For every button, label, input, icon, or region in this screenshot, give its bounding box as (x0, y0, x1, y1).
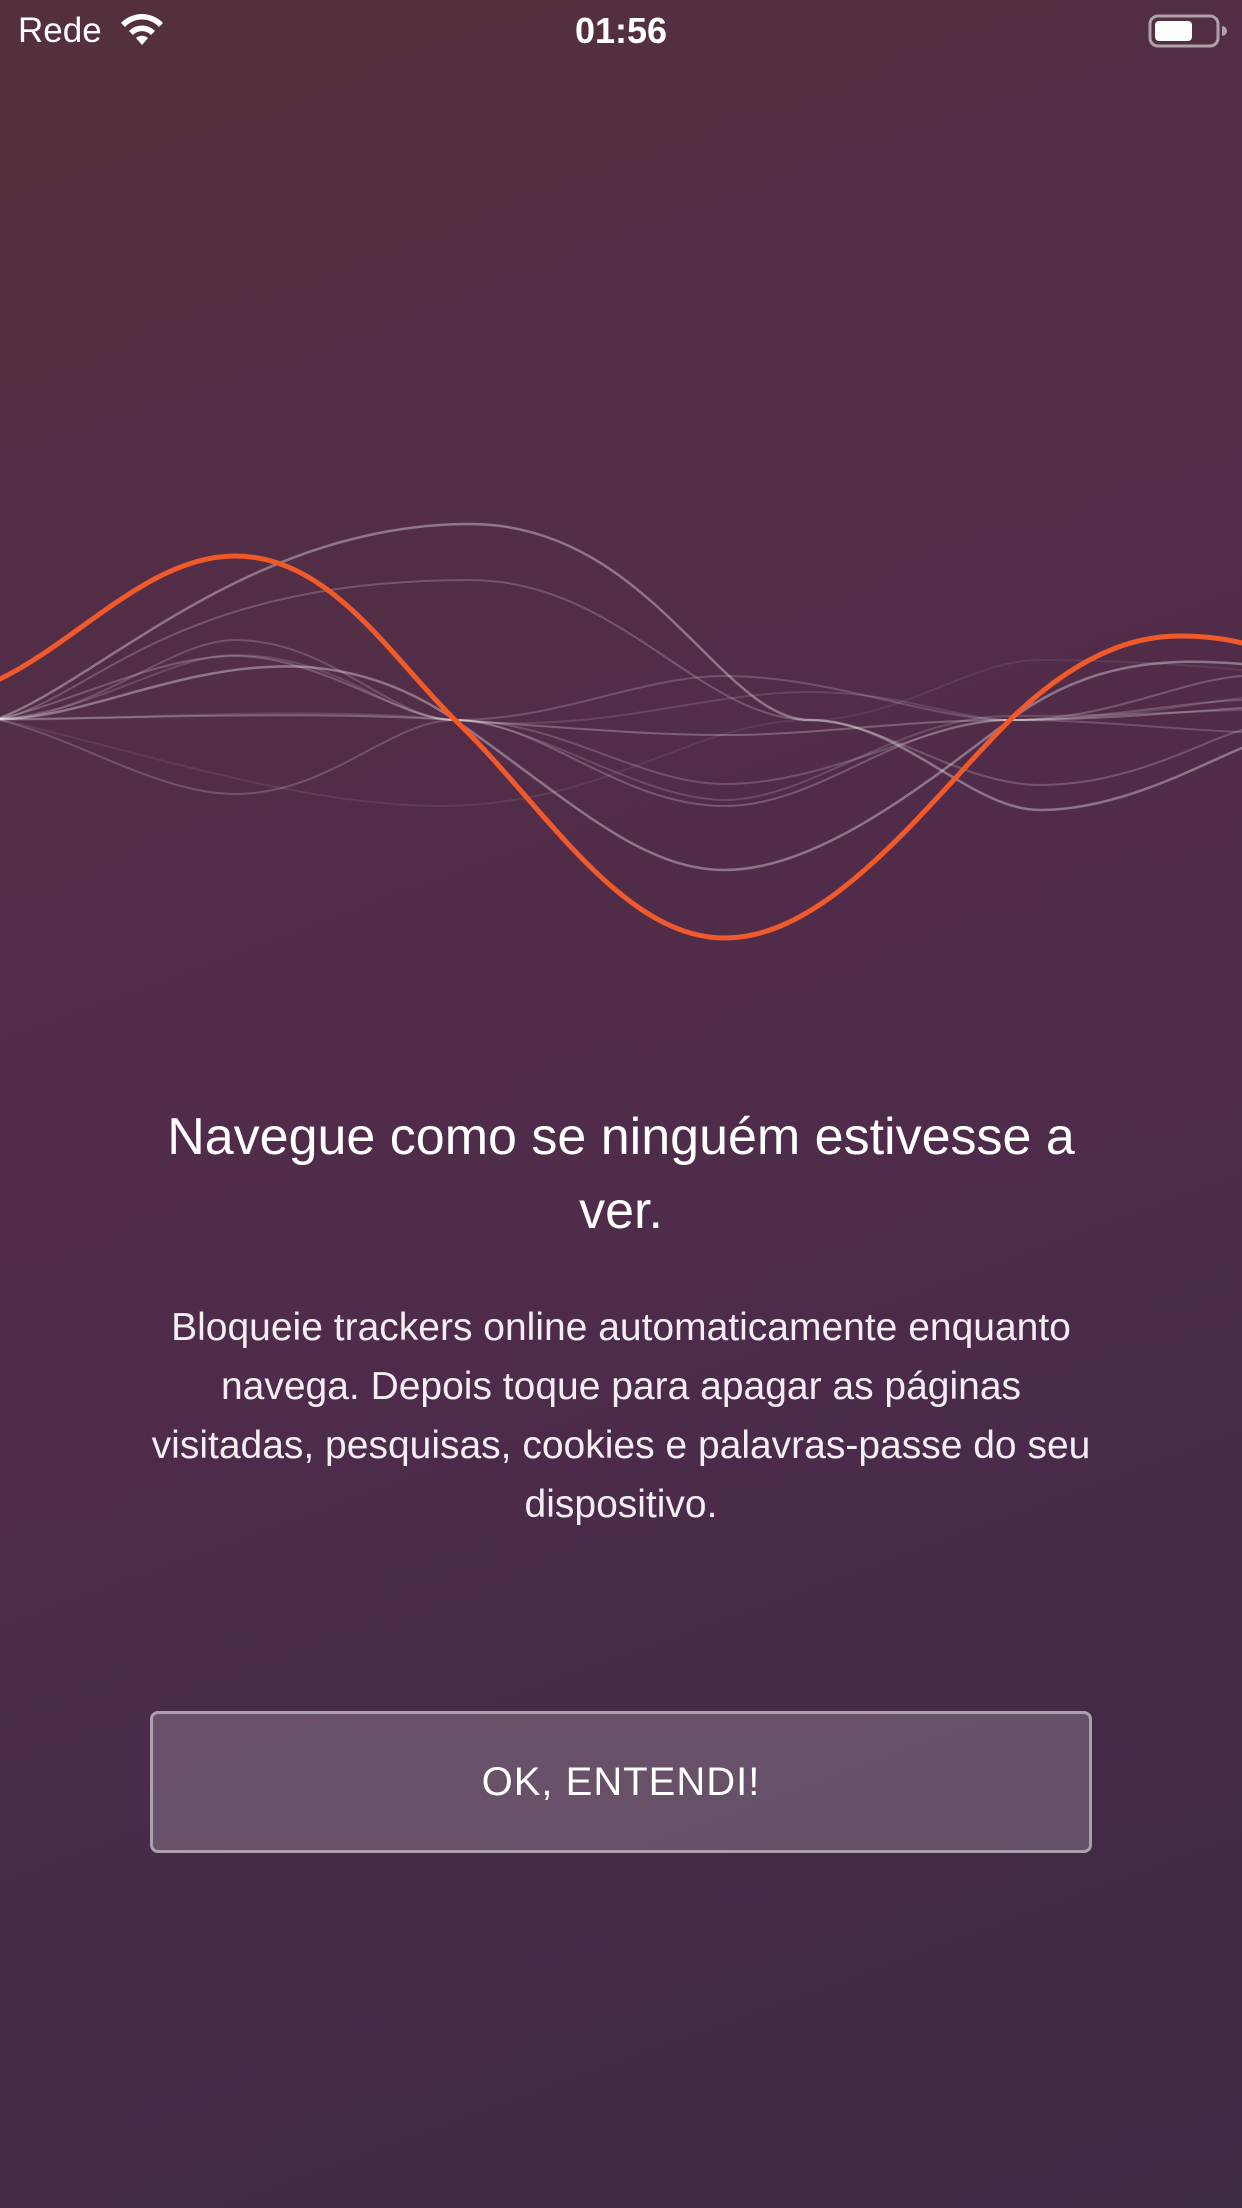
wave-line-accent (0, 553, 1242, 941)
onboarding-screen: Rede 01:56 Navegue como se ninguém estiv… (0, 0, 1242, 2208)
wave-line (0, 653, 1242, 802)
status-bar: Rede 01:56 (0, 0, 1242, 62)
onboarding-description: Bloqueie trackers online automaticamente… (151, 1306, 1091, 1526)
onboarding-headline: Navegue como se ninguém estivesse a ver. (167, 1108, 1075, 1240)
wave-line (0, 674, 1242, 796)
wave-line (0, 690, 1242, 725)
ok-got-it-button[interactable]: OK, ENTENDI! (150, 1711, 1092, 1853)
sound-wave-illustration (0, 522, 1242, 941)
status-time: 01:56 (574, 10, 668, 51)
battery-icon (1148, 14, 1227, 48)
